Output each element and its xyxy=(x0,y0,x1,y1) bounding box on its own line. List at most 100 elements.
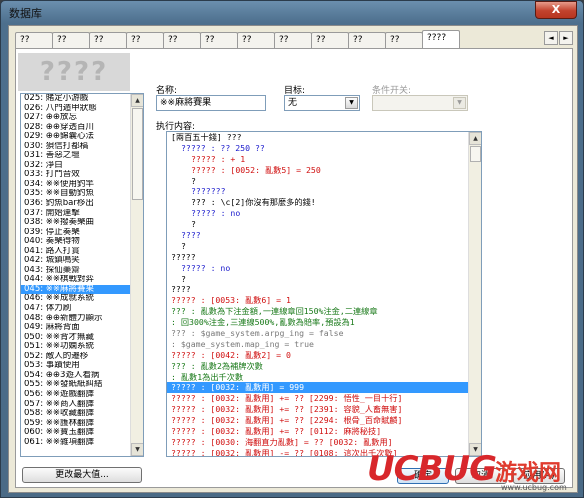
event-list-item[interactable]: 032: 淨白 xyxy=(21,161,143,171)
scroll-up-arrow-icon[interactable]: ▲ xyxy=(131,94,143,107)
event-list[interactable]: 025: 賭定小游戲 026: 八門遁甲狀態 027: ⊕⊕放忘 028: ⊕⊕穿透百… xyxy=(20,93,144,457)
command-line[interactable]: ????? : [0052: 亂數5] = 250 xyxy=(167,165,481,176)
target-select[interactable]: 无 ▼ xyxy=(284,95,360,111)
command-line[interactable]: : $game_system.map_ing = true xyxy=(167,339,481,350)
command-line[interactable]: ??????? xyxy=(167,186,481,197)
event-list-item[interactable]: 052: 敵人的遷移 xyxy=(21,352,143,362)
event-list-item[interactable]: 029: ⊕⊕錦囊心法 xyxy=(21,132,143,142)
event-list-item[interactable]: 028: ⊕⊕穿透百川 xyxy=(21,123,143,133)
tab-10[interactable]: ?? xyxy=(385,32,423,48)
event-list-item[interactable]: 057: ※※商人翻譯 xyxy=(21,400,143,410)
scroll-thumb[interactable] xyxy=(470,146,481,162)
command-line[interactable]: : 亂數1為出千次數 xyxy=(167,372,481,383)
command-line[interactable]: ? xyxy=(167,274,481,285)
tab-4[interactable]: ?? xyxy=(163,32,201,48)
event-list-item[interactable]: 038: ※※撥奏樂曲 xyxy=(21,218,143,228)
command-line[interactable]: ????? : ?? 250 ?? xyxy=(167,143,481,154)
event-list-item[interactable]: 030: 狽信打都稿 xyxy=(21,142,143,152)
command-list-scrollbar[interactable]: ▲ ▼ xyxy=(468,132,481,456)
event-list-item[interactable]: 058: ※※收藏翻譯 xyxy=(21,409,143,419)
close-button[interactable]: X xyxy=(535,1,577,19)
event-list-item[interactable]: 048: ⊕⊕新體力顯示 xyxy=(21,314,143,324)
chevron-down-icon[interactable]: ▼ xyxy=(345,97,358,109)
event-list-item[interactable]: 051: ※※功嫻系統 xyxy=(21,342,143,352)
tab-prev-button[interactable]: ◄ xyxy=(544,31,558,45)
scroll-up-arrow-icon[interactable]: ▲ xyxy=(469,132,481,145)
event-list-item[interactable]: 053: 事蹟使用 xyxy=(21,361,143,371)
command-line[interactable]: ????? : no xyxy=(167,263,481,274)
command-line[interactable]: ????? : [0053: 亂數6] = 1 xyxy=(167,295,481,306)
change-max-button[interactable]: 更改最大值... xyxy=(22,467,142,483)
event-list-item[interactable]: 026: 八門遁甲狀態 xyxy=(21,104,143,114)
tab-3[interactable]: ?? xyxy=(126,32,164,48)
event-list-item[interactable]: 044: ※※棋戰對弈 xyxy=(21,275,143,285)
command-line[interactable]: ??? : 亂數2為補牌次數 xyxy=(167,361,481,372)
watermark-logo: ???? xyxy=(18,53,130,91)
tab-0[interactable]: ?? xyxy=(15,32,53,48)
event-list-item[interactable]: 031: 善惡之壇 xyxy=(21,151,143,161)
command-line[interactable]: ? xyxy=(167,241,481,252)
command-line[interactable]: ????? : [0032: 亂數用] += ?? [2299: 悟性_一目十行… xyxy=(167,393,481,404)
event-list-item[interactable]: 059: ※※護林翻譯 xyxy=(21,419,143,429)
event-list-item[interactable]: 061: ※※雜項翻譯 xyxy=(21,438,143,448)
event-list-item[interactable]: 039: 停止奏樂 xyxy=(21,228,143,238)
command-line[interactable]: ????? : + 1 xyxy=(167,154,481,165)
command-line[interactable]: ? xyxy=(167,219,481,230)
event-list-item[interactable]: 046: ※※成就系統 xyxy=(21,294,143,304)
command-line[interactable]: ????? : [0032: 亂數用] += ?? [0112: 麻將秘技] xyxy=(167,426,481,437)
event-list-item[interactable]: 047: 体力刷 xyxy=(21,304,143,314)
event-list-item[interactable]: 035: ※※自動釣魚 xyxy=(21,189,143,199)
scroll-down-arrow-icon[interactable]: ▼ xyxy=(131,443,143,456)
scroll-thumb[interactable] xyxy=(132,108,143,200)
title-bar[interactable]: 数据库 X xyxy=(1,1,583,23)
event-list-item[interactable]: 045: ※※麻將賽果 xyxy=(21,284,143,295)
event-list-item[interactable]: 050: ※※背才無藏 xyxy=(21,333,143,343)
name-field[interactable]: ※※麻將賽果 xyxy=(156,95,266,111)
command-line[interactable]: ? xyxy=(167,176,481,187)
command-line[interactable]: ???? xyxy=(167,230,481,241)
event-list-item[interactable]: 060: ※※寶玉翻譯 xyxy=(21,428,143,438)
command-line[interactable]: ????? : no xyxy=(167,208,481,219)
command-line[interactable]: ??? : 亂數為下注金額,一連線章回150%注金,二連線章 xyxy=(167,306,481,317)
event-list-item[interactable]: 054: ⊕⊕3遊人看病 xyxy=(21,371,143,381)
command-line[interactable]: [兩百五十錢] ??? xyxy=(167,132,481,143)
event-list-item[interactable]: 056: ※※遊戲翻譯 xyxy=(21,390,143,400)
event-list-item[interactable]: 034: ※※使用釣竿 xyxy=(21,180,143,190)
tab-strip: ?????????????????????????? xyxy=(15,30,460,48)
event-list-item[interactable]: 043: 探仙藥齋 xyxy=(21,266,143,276)
tab-next-button[interactable]: ► xyxy=(559,31,573,45)
command-line[interactable]: : 回300%注金,三連線500%,亂數為賠率,預設為1 xyxy=(167,317,481,328)
event-list-item[interactable]: 055: ※※發紙紙糾結 xyxy=(21,380,143,390)
command-list[interactable]: [兩百五十錢] ???????? : ?? 250 ??????? : + 1?… xyxy=(166,131,482,457)
tab-11[interactable]: ???? xyxy=(422,30,460,48)
command-line[interactable]: ????? xyxy=(167,252,481,263)
event-list-item[interactable]: 037: 開始連擊 xyxy=(21,209,143,219)
tab-6[interactable]: ?? xyxy=(237,32,275,48)
event-list-item[interactable]: 040: 奏樂得物 xyxy=(21,237,143,247)
tab-1[interactable]: ?? xyxy=(52,32,90,48)
command-line[interactable]: ????? : [0032: 亂數用] += ?? [2294: 根骨_百命賦麟… xyxy=(167,415,481,426)
tab-5[interactable]: ?? xyxy=(200,32,238,48)
event-list-item[interactable]: 025: 賭定小游戲 xyxy=(21,94,143,104)
event-list-item[interactable]: 041: 路人打賞 xyxy=(21,247,143,257)
tab-9[interactable]: ?? xyxy=(348,32,386,48)
event-rows: 025: 賭定小游戲 026: 八門遁甲狀態 027: ⊕⊕放忘 028: ⊕⊕穿透百… xyxy=(21,94,143,447)
event-list-item[interactable]: 027: ⊕⊕放忘 xyxy=(21,113,143,123)
command-line[interactable]: ??? : \c[2]你沒有那麼多的錢! xyxy=(167,197,481,208)
event-list-item[interactable]: 036: 釣魚bar移出 xyxy=(21,199,143,209)
command-line[interactable]: ????? : [0032: 亂數用] = 999 xyxy=(167,382,481,394)
window-title: 数据库 xyxy=(9,7,42,20)
event-list-scrollbar[interactable]: ▲ ▼ xyxy=(130,94,143,456)
tab-2[interactable]: ?? xyxy=(89,32,127,48)
tab-7[interactable]: ?? xyxy=(274,32,312,48)
event-list-item[interactable]: 049: 麻將背面 xyxy=(21,323,143,333)
event-list-item[interactable]: 042: 城鎮鳴笑 xyxy=(21,256,143,266)
command-line[interactable]: ???? xyxy=(167,284,481,295)
command-line[interactable]: ????? : [0032: 亂數用] += ?? [2391: 容貌_人畜無害… xyxy=(167,404,481,415)
event-list-item[interactable]: 033: 打鬥音效 xyxy=(21,170,143,180)
target-value: 无 xyxy=(288,98,298,108)
database-window: 数据库 X ?????????????????????????? ◄ ► ???… xyxy=(0,0,584,498)
tab-8[interactable]: ?? xyxy=(311,32,349,48)
command-line[interactable]: ????? : [0042: 亂數2] = 0 xyxy=(167,350,481,361)
command-line[interactable]: ??? : $game_system.arpg_ing = false xyxy=(167,328,481,339)
